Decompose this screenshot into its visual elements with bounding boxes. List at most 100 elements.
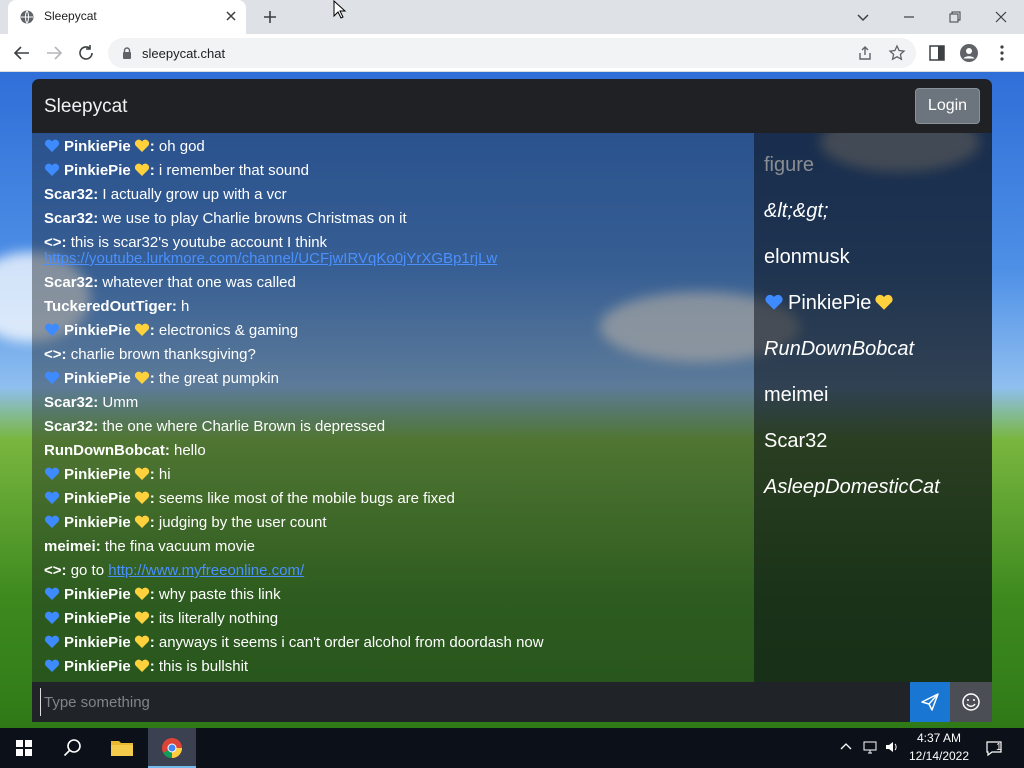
message-user[interactable]: Scar32	[44, 186, 93, 203]
user-list-item[interactable]: figure	[764, 154, 814, 177]
chevron-up-icon[interactable]	[838, 739, 854, 755]
message-row: PinkiePie: electronics & gaming	[44, 322, 298, 340]
blue-heart-icon	[44, 163, 60, 176]
message-user[interactable]: PinkiePie	[64, 322, 131, 339]
message-row: Scar32: Umm	[44, 394, 139, 411]
new-tab-icon[interactable]	[260, 7, 280, 27]
blue-heart-icon	[44, 659, 60, 672]
windows-taskbar: 4:37 AM 12/14/2022 1	[0, 728, 1024, 768]
message-user[interactable]: PinkiePie	[64, 634, 131, 651]
back-icon[interactable]	[11, 42, 33, 64]
user-list-item[interactable]: PinkiePie	[764, 292, 894, 315]
menu-kebab-icon[interactable]	[991, 42, 1013, 64]
message-user[interactable]: PinkiePie	[64, 514, 131, 531]
message-row: Scar32: whatever that one was called	[44, 274, 296, 291]
message-user[interactable]: Scar32	[44, 274, 93, 291]
message-text: oh god	[158, 138, 205, 155]
message-user[interactable]: Scar32	[44, 210, 93, 227]
close-tab-icon[interactable]	[224, 9, 238, 23]
yellow-heart-icon	[134, 611, 149, 624]
message-row: PinkiePie: hi	[44, 466, 171, 484]
chrome-taskbar-button[interactable]	[148, 728, 196, 768]
smiley-icon	[962, 693, 980, 711]
send-icon	[921, 693, 939, 711]
blue-heart-icon	[44, 611, 60, 624]
message-user[interactable]: PinkiePie	[64, 466, 131, 483]
message-user[interactable]: PinkiePie	[64, 370, 131, 387]
login-button[interactable]: Login	[915, 88, 980, 124]
reload-icon[interactable]	[75, 42, 97, 64]
message-user[interactable]: PinkiePie	[64, 162, 131, 179]
message-user[interactable]: PinkiePie	[64, 586, 131, 603]
restore-icon[interactable]	[944, 6, 966, 28]
message-user[interactable]: <>	[44, 346, 62, 363]
browser-tab[interactable]: Sleepycat	[8, 0, 246, 34]
user-list-item[interactable]: Scar32	[764, 430, 827, 453]
message-text: hello	[174, 442, 206, 459]
message-text: whatever that one was called	[102, 274, 296, 291]
user-list-item[interactable]: AsleepDomesticCat	[764, 476, 940, 499]
message-input[interactable]	[40, 688, 900, 716]
address-bar[interactable]: sleepycat.chat	[108, 38, 916, 68]
network-icon[interactable]	[862, 739, 878, 755]
message-user[interactable]: RunDownBobcat	[44, 442, 165, 459]
blue-heart-icon	[44, 491, 60, 504]
youtube-link[interactable]: https://youtube.lurkmore.com/channel/UCF…	[44, 250, 497, 267]
message-row: PinkiePie: judging by the user count	[44, 514, 327, 532]
volume-icon[interactable]	[884, 739, 900, 755]
user-list-item[interactable]: &lt;&gt;	[764, 200, 828, 223]
clock-date[interactable]: 12/14/2022	[904, 749, 974, 763]
user-list-item[interactable]: elonmusk	[764, 246, 850, 269]
folder-icon	[111, 741, 133, 756]
message-user[interactable]: PinkiePie	[64, 490, 131, 507]
yellow-heart-icon	[134, 491, 149, 504]
message-user[interactable]: TuckeredOutTiger	[44, 298, 172, 315]
message-user[interactable]: meimei	[44, 538, 96, 555]
profile-avatar-icon[interactable]	[958, 42, 980, 64]
message-user[interactable]: <>	[44, 234, 62, 251]
message-user[interactable]: <>	[44, 562, 62, 579]
star-icon[interactable]	[888, 44, 906, 62]
blue-heart-icon	[44, 371, 60, 384]
message-user[interactable]: Scar32	[44, 394, 93, 411]
clock-time[interactable]: 4:37 AM	[904, 731, 974, 745]
user-list-item[interactable]: meimei	[764, 384, 828, 407]
message-text: the great pumpkin	[158, 370, 279, 387]
message-user[interactable]: PinkiePie	[64, 138, 131, 155]
message-user[interactable]: PinkiePie	[64, 610, 131, 627]
message-text: hi	[158, 466, 171, 483]
url-text[interactable]: sleepycat.chat	[142, 46, 225, 61]
user-list-item[interactable]: RunDownBobcat	[764, 338, 914, 361]
user-list: figure &lt;&gt; elonmusk PinkiePie RunDo…	[754, 133, 992, 682]
message-row: PinkiePie: the great pumpkin	[44, 370, 279, 388]
message-user[interactable]: PinkiePie	[64, 658, 131, 675]
close-window-icon[interactable]	[990, 6, 1012, 28]
start-button[interactable]	[0, 728, 48, 768]
emoji-button[interactable]	[950, 682, 992, 722]
send-button[interactable]	[910, 682, 950, 722]
myfreeonline-link[interactable]: http://www.myfreeonline.com/	[108, 562, 304, 579]
lock-icon[interactable]	[120, 46, 134, 60]
forward-icon[interactable]	[43, 42, 65, 64]
search-button[interactable]	[48, 728, 96, 768]
yellow-heart-icon	[134, 371, 149, 384]
minimize-icon[interactable]	[898, 6, 920, 28]
yellow-heart-icon	[134, 515, 149, 528]
message-row: meimei: the fina vacuum movie	[44, 538, 255, 555]
message-composer	[32, 682, 992, 722]
globe-icon	[20, 10, 34, 24]
yellow-heart-icon	[134, 467, 149, 480]
share-icon[interactable]	[856, 44, 874, 62]
side-panel-icon[interactable]	[926, 42, 948, 64]
yellow-heart-icon	[875, 294, 893, 310]
blue-heart-icon	[44, 139, 60, 152]
message-text: judging by the user count	[158, 514, 327, 531]
message-text: anyways it seems i can't order alcohol f…	[158, 634, 544, 651]
message-text: this is scar32's youtube account I think	[70, 234, 328, 251]
message-list[interactable]: PinkiePie: oh god PinkiePie: i remember …	[32, 133, 754, 682]
file-explorer-button[interactable]	[98, 728, 146, 768]
tab-search-chevron-icon[interactable]	[852, 6, 874, 28]
blue-heart-icon	[44, 587, 60, 600]
message-user[interactable]: Scar32	[44, 418, 93, 435]
message-row: https://youtube.lurkmore.com/channel/UCF…	[44, 250, 497, 268]
